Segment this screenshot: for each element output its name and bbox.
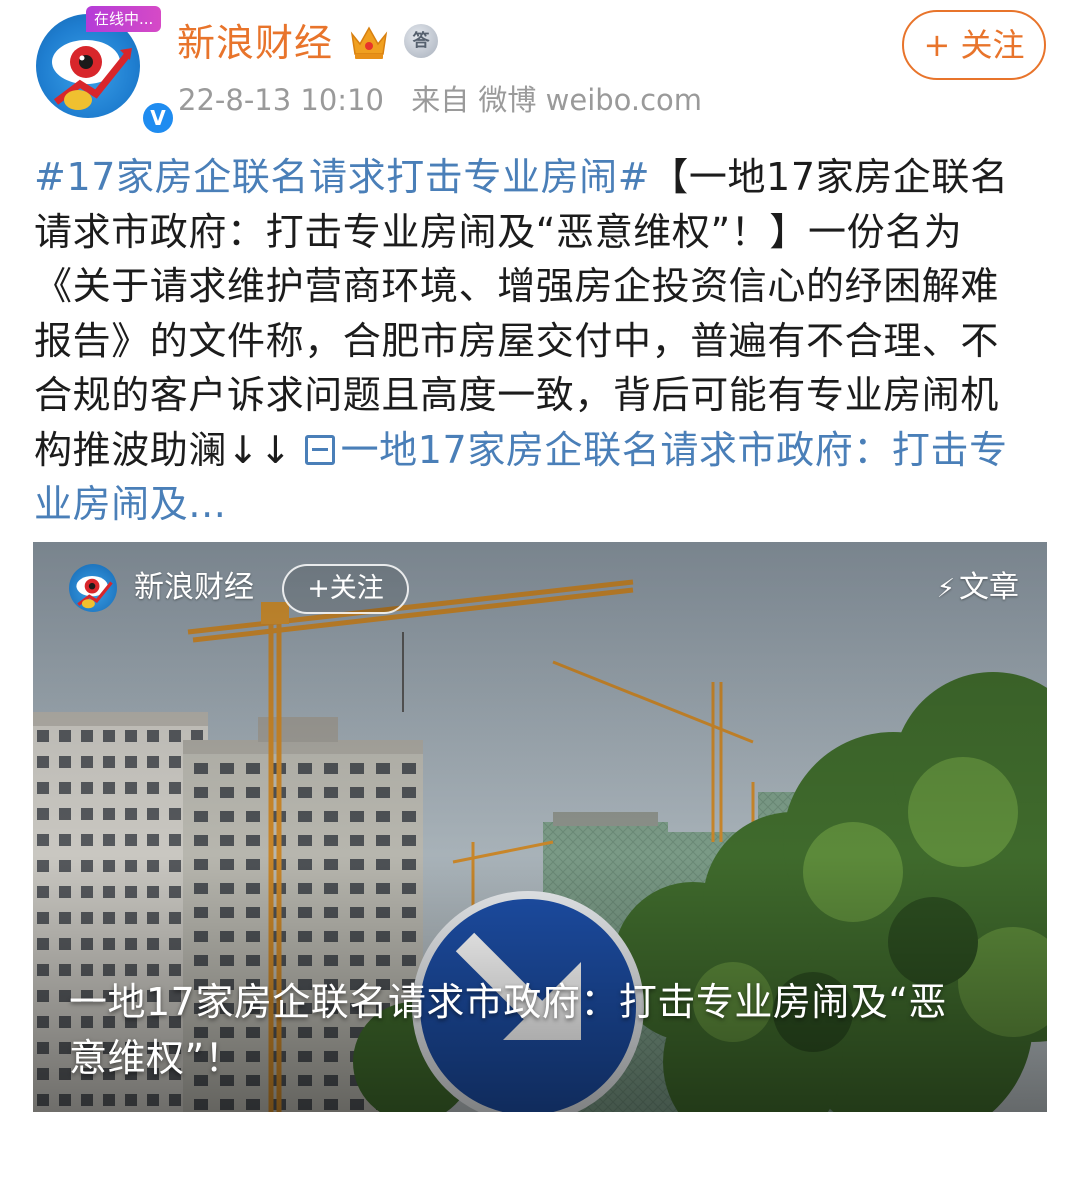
medal-icon[interactable]: 答 <box>404 24 438 58</box>
card-author-name[interactable]: 新浪财经 <box>134 566 254 610</box>
hashtag-link[interactable]: #17家房企联名请求打击专业房闹# <box>34 155 650 199</box>
online-status-tag: 在线中... <box>86 6 162 32</box>
card-type-label: ⚡ 文章 <box>937 566 1019 611</box>
verified-badge-icon: V <box>140 100 176 136</box>
sina-eye-logo-icon <box>76 576 113 609</box>
post-source: 来自 微博 weibo.com <box>411 83 703 117</box>
lightning-icon: ⚡ <box>936 574 955 604</box>
card-type-text: 文章 <box>959 570 1019 605</box>
post-body: 【一地17家房企联名请求市政府：打击专业房闹及“恶意维权”！】一份名为《关于请求… <box>34 155 1009 472</box>
crown-icon[interactable] <box>348 22 390 62</box>
article-link-icon <box>304 434 335 465</box>
post-meta: 22-8-13 10:10 来自 微博 weibo.com <box>178 80 720 120</box>
post-time: 22-8-13 10:10 <box>178 83 384 117</box>
article-card[interactable]: 新浪财经 +关注 ⚡ 文章 一地17家房企联名请求市政府：打击专业房闹及“恶意维权… <box>33 542 1047 1112</box>
card-author-avatar[interactable] <box>69 564 117 612</box>
follow-button[interactable]: + 关注 <box>902 10 1046 80</box>
weibo-post: 在线中... V 新浪财经 答 22-8-13 10:10 来自 微博 weib… <box>0 0 1080 1183</box>
card-title[interactable]: 一地17家房企联名请求市政府：打击专业房闹及“恶意维权”！ <box>69 974 969 1086</box>
author-name[interactable]: 新浪财经 <box>177 18 333 68</box>
card-follow-button[interactable]: +关注 <box>282 564 409 614</box>
author-avatar-group[interactable]: 在线中... V <box>36 6 176 136</box>
post-text: #17家房企联名请求打击专业房闹#【一地17家房企联名请求市政府：打击专业房闹及… <box>34 150 1034 532</box>
